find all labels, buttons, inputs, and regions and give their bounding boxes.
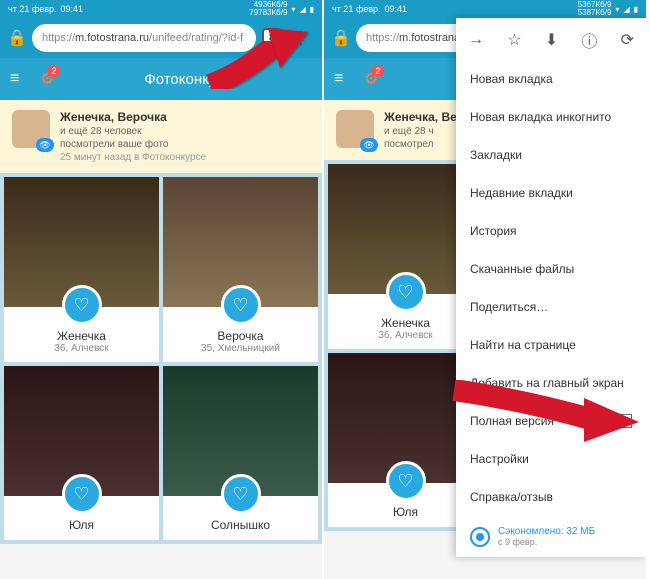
card-location: 36, Алчевск (8, 343, 155, 354)
battery-icon: ▮ (310, 5, 314, 14)
signal-icon: ◢ (623, 5, 629, 14)
menu-item-new-tab[interactable]: Новая вкладка (456, 60, 646, 98)
menu-item-add-home[interactable]: Добавить на главный экран (456, 364, 646, 402)
download-icon[interactable]: ⬇ (545, 30, 558, 50)
card-name: Женечка (8, 329, 155, 343)
notice-sub3: 25 минут назад в Фотоконкурсе (60, 152, 206, 163)
phone-left: чт 21 февр. 09:41 4936Кб/9 79783Кб/9 ▾ ◢… (0, 0, 324, 579)
status-date: чт 21 февр. (8, 4, 57, 14)
status-time: 09:41 (61, 4, 84, 14)
like-button[interactable]: ♡ (386, 272, 426, 312)
photo-card[interactable]: ♡ Женечка 36, Алчевск (4, 177, 159, 362)
card-name: Солнышко (167, 518, 314, 532)
browser-url-bar: 🔒 https://m.fotostrana.ru/unifeed/rating… (0, 18, 322, 58)
refresh-icon[interactable]: ⟳ (621, 30, 634, 50)
photo-image: ♡ (4, 366, 159, 496)
menu-dots-button[interactable]: ⋮ (288, 28, 314, 49)
photo-grid: ♡ Женечка 36, Алчевск ♡ Верочка 35, Хмел… (0, 173, 322, 544)
lock-icon: 🔒 (8, 29, 26, 47)
data-saver-info[interactable]: Сэкономлено: 32 МБ с 9 февр. (456, 516, 646, 557)
url-field[interactable]: https://m.fotostrana.ru/unifeed/rating/?… (32, 24, 256, 52)
app-header: ≡ ⚙ 2 Фотоконкурс (0, 58, 322, 100)
card-name: Верочка (167, 329, 314, 343)
filter-badge: 2 (371, 65, 384, 77)
desktop-checkbox[interactable] (618, 414, 632, 428)
like-button[interactable]: ♡ (221, 285, 261, 325)
url-prefix: https:// (42, 32, 75, 44)
like-button[interactable]: ♡ (62, 474, 102, 514)
menu-item-recent[interactable]: Недавние вкладки (456, 174, 646, 212)
menu-item-help[interactable]: Справка/отзыв (456, 478, 646, 516)
menu-toolbar: → ☆ ⬇ ⓘ ⟳ (456, 18, 646, 60)
menu-item-find[interactable]: Найти на странице (456, 326, 646, 364)
photo-card[interactable]: ♡ Юля (4, 366, 159, 540)
hamburger-icon[interactable]: ≡ (10, 70, 30, 88)
filter-button[interactable]: ⚙ 2 (40, 69, 54, 89)
photo-image: ♡ (4, 177, 159, 307)
menu-item-share[interactable]: Поделиться… (456, 288, 646, 326)
like-button[interactable]: ♡ (386, 461, 426, 501)
filter-badge: 2 (47, 65, 60, 77)
filter-button[interactable]: ⚙ 2 (364, 69, 378, 89)
url-prefix: https:// (366, 32, 399, 44)
menu-item-downloads[interactable]: Скачанные файлы (456, 250, 646, 288)
like-button[interactable]: ♡ (221, 474, 261, 514)
forward-icon[interactable]: → (468, 31, 484, 49)
avatar: 👁 (12, 110, 50, 148)
photo-image: ♡ (163, 177, 318, 307)
status-date: чт 21 февр. (332, 4, 381, 14)
photo-card[interactable]: ♡ Солнышко (163, 366, 318, 540)
lock-icon: 🔒 (332, 29, 350, 47)
eye-icon: 👁 (36, 138, 54, 152)
page-title: Фотоконкурс (64, 71, 312, 88)
status-net-2: 79783Кб/9 (249, 9, 287, 17)
menu-item-history[interactable]: История (456, 212, 646, 250)
menu-item-bookmarks[interactable]: Закладки (456, 136, 646, 174)
url-path: /unifeed/rating/?id-f (149, 32, 243, 44)
notice-sub1: и ещё 28 человек (60, 126, 206, 137)
data-saver-text: Сэкономлено: 32 МБ (498, 526, 595, 537)
menu-item-incognito[interactable]: Новая вкладка инкогнито (456, 98, 646, 136)
avatar: 👁 (336, 110, 374, 148)
card-name: Юля (8, 518, 155, 532)
menu-item-desktop[interactable]: Полная версия (456, 402, 646, 440)
url-host: m.fotostrana.ru (75, 32, 149, 44)
star-icon[interactable]: ☆ (507, 30, 521, 50)
browser-menu-dropdown: → ☆ ⬇ ⓘ ⟳ Новая вкладка Новая вкладка ин… (456, 18, 646, 557)
notification-banner[interactable]: 👁 Женечка, Верочка и ещё 28 человек посм… (0, 100, 322, 173)
eye-icon: 👁 (360, 138, 378, 152)
status-net-2: 5387Кб/9 (578, 9, 612, 17)
data-saver-date: с 9 февр. (498, 537, 595, 547)
card-location: 35, Хмельницкий (167, 343, 314, 354)
status-bar: чт 21 февр. 09:41 4936Кб/9 79783Кб/9 ▾ ◢… (0, 0, 322, 18)
tab-count-button[interactable]: 8 (262, 28, 282, 48)
notice-title: Женечка, Верочка (60, 110, 206, 124)
status-time: 09:41 (385, 4, 408, 14)
notice-sub2: посмотрели ваше фото (60, 139, 206, 150)
status-bar: чт 21 февр. 09:41 5367Кб/9 5387Кб/9 ▾ ◢ … (324, 0, 646, 18)
like-button[interactable]: ♡ (62, 285, 102, 325)
battery-icon: ▮ (634, 5, 638, 14)
phone-right: чт 21 февр. 09:41 5367Кб/9 5387Кб/9 ▾ ◢ … (324, 0, 648, 579)
wifi-icon: ▾ (615, 5, 619, 14)
signal-icon: ◢ (299, 5, 305, 14)
wifi-icon: ▾ (291, 5, 295, 14)
hamburger-icon[interactable]: ≡ (334, 70, 354, 88)
info-icon[interactable]: ⓘ (581, 28, 597, 52)
data-saver-icon (470, 527, 490, 547)
photo-image: ♡ (163, 366, 318, 496)
menu-item-settings[interactable]: Настройки (456, 440, 646, 478)
photo-card[interactable]: ♡ Верочка 35, Хмельницкий (163, 177, 318, 362)
